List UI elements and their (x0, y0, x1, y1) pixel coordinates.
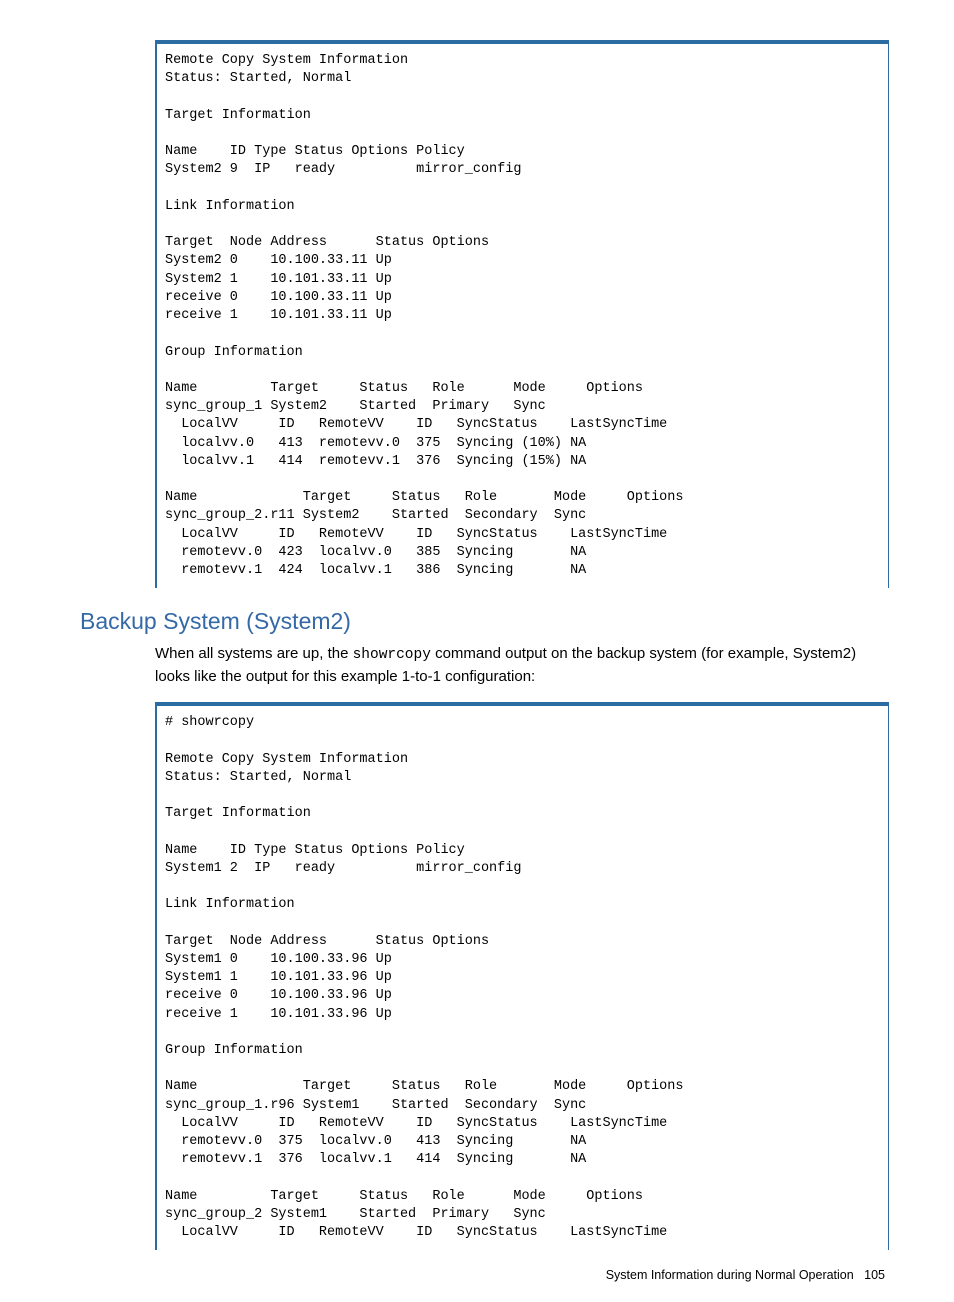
paragraph-text-before: When all systems are up, the (155, 645, 353, 662)
code-block-1: Remote Copy System Information Status: S… (155, 40, 889, 588)
section-heading: Backup System (System2) (80, 608, 889, 635)
inline-code: showrcopy (353, 647, 431, 663)
code-block-2: # showrcopy Remote Copy System Informati… (155, 702, 889, 1250)
section-paragraph: When all systems are up, the showrcopy c… (155, 643, 889, 688)
